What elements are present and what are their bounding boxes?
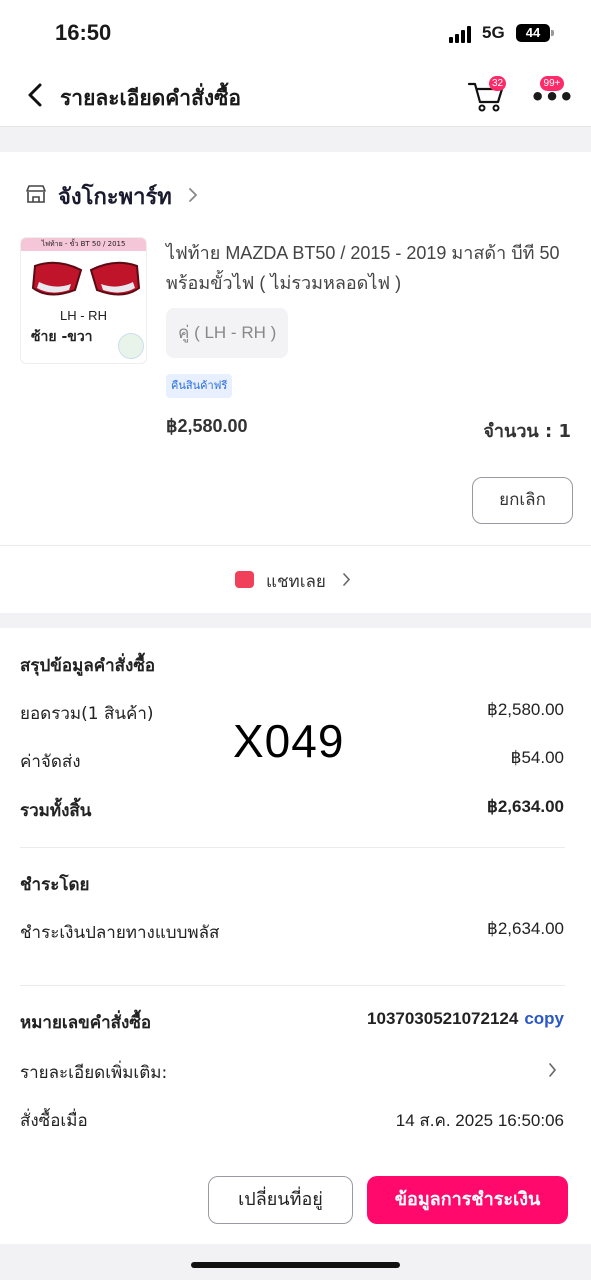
divider: [20, 985, 565, 986]
product-title[interactable]: ไฟท้าย MAZDA BT50 / 2015 - 2019 มาสด้า บ…: [166, 238, 561, 298]
home-indicator: [191, 1262, 400, 1268]
product-price: ฿2,580.00: [166, 416, 248, 436]
product-variant: คู่ ( LH - RH ): [166, 308, 289, 358]
payment-method-label: ชำระเงินปลายทางแบบพลัส: [20, 923, 220, 943]
more-icon[interactable]: •••: [530, 85, 574, 109]
summary-heading: สรุปข้อมูลคำสั่งซื้อ: [20, 656, 156, 676]
back-icon[interactable]: [22, 80, 50, 110]
more-details-label[interactable]: รายละเอียดเพิ่มเติม:: [20, 1059, 167, 1086]
chat-icon: [235, 571, 254, 588]
shop-card: จังโกะพาร์ท ไฟท้าย - ขั้ว BT 50 / 2015 L…: [0, 152, 591, 613]
shipping-label: ค่าจัดส่ง: [20, 752, 81, 772]
order-summary-card: สรุปข้อมูลคำสั่งซื้อ X049 ยอดรวม(1 สินค้…: [0, 628, 591, 1244]
payment-heading: ชำระโดย: [20, 875, 90, 895]
more-badge: 99+: [540, 76, 564, 91]
battery-tip: [551, 30, 554, 36]
network-type: 5G: [482, 23, 505, 42]
shop-logo-icon: [118, 333, 144, 359]
total-value: ฿2,634.00: [487, 797, 564, 816]
cancel-button[interactable]: ยกเลิก: [472, 477, 573, 524]
divider: [20, 847, 565, 848]
free-return-tag: คืนสินค้าฟรี: [166, 374, 233, 398]
ordered-at-label: สั่งซื้อเมื่อ: [20, 1111, 88, 1131]
shipping-value: ฿54.00: [510, 748, 564, 767]
thumbnail-lh-rh: LH - RH: [60, 308, 107, 323]
signal-icon: [449, 25, 475, 43]
chat-label: แชทเลย: [266, 572, 326, 592]
product-thumbnail[interactable]: ไฟท้าย - ขั้ว BT 50 / 2015 LH - RH ซ้าย …: [20, 237, 147, 364]
thumbnail-left-right: ซ้าย -ขวา: [31, 329, 93, 345]
copy-button[interactable]: copy: [524, 1009, 564, 1028]
nav-bar: รายละเอียดคำสั่งซื้อ 32 ••• 99+: [0, 64, 591, 127]
order-number-value: 1037030521072124: [367, 1009, 519, 1028]
tail-lamp-right-image: [89, 261, 141, 296]
payment-method-value: ฿2,634.00: [487, 919, 564, 938]
watermark-text: X049: [233, 715, 345, 767]
subtotal-label: ยอดรวม(1 สินค้า): [20, 704, 154, 724]
thumbnail-caption: ไฟท้าย - ขั้ว BT 50 / 2015: [41, 240, 126, 248]
chat-button[interactable]: แชทเลย: [0, 546, 591, 613]
order-number-label: หมายเลขคำสั่งซื้อ: [20, 1013, 152, 1033]
page-title: รายละเอียดคำสั่งซื้อ: [60, 86, 242, 110]
change-address-button[interactable]: เปลี่ยนที่อยู่: [208, 1176, 353, 1224]
order-number-row: 1037030521072124 copy: [367, 1009, 564, 1029]
payment-info-button[interactable]: ข้อมูลการชำระเงิน: [367, 1176, 568, 1224]
tail-lamp-left-image: [31, 261, 83, 296]
cart-badge: 32: [489, 76, 507, 91]
clock: 16:50: [55, 20, 112, 45]
chevron-right-icon[interactable]: [188, 188, 198, 202]
chevron-right-icon[interactable]: [548, 1063, 557, 1077]
status-bar: 16:50 5G 44: [0, 0, 591, 64]
product-quantity: จำนวน : 1: [483, 421, 571, 442]
store-icon: [26, 185, 46, 203]
chevron-right-icon: [343, 573, 351, 586]
shop-name[interactable]: จังโกะพาร์ท: [58, 179, 172, 214]
battery-icon: 44: [516, 24, 550, 42]
ordered-at-value: 14 ส.ค. 2025 16:50:06: [395, 1111, 564, 1130]
subtotal-value: ฿2,580.00: [487, 700, 564, 719]
total-label: รวมทั้งสิ้น: [20, 801, 92, 821]
